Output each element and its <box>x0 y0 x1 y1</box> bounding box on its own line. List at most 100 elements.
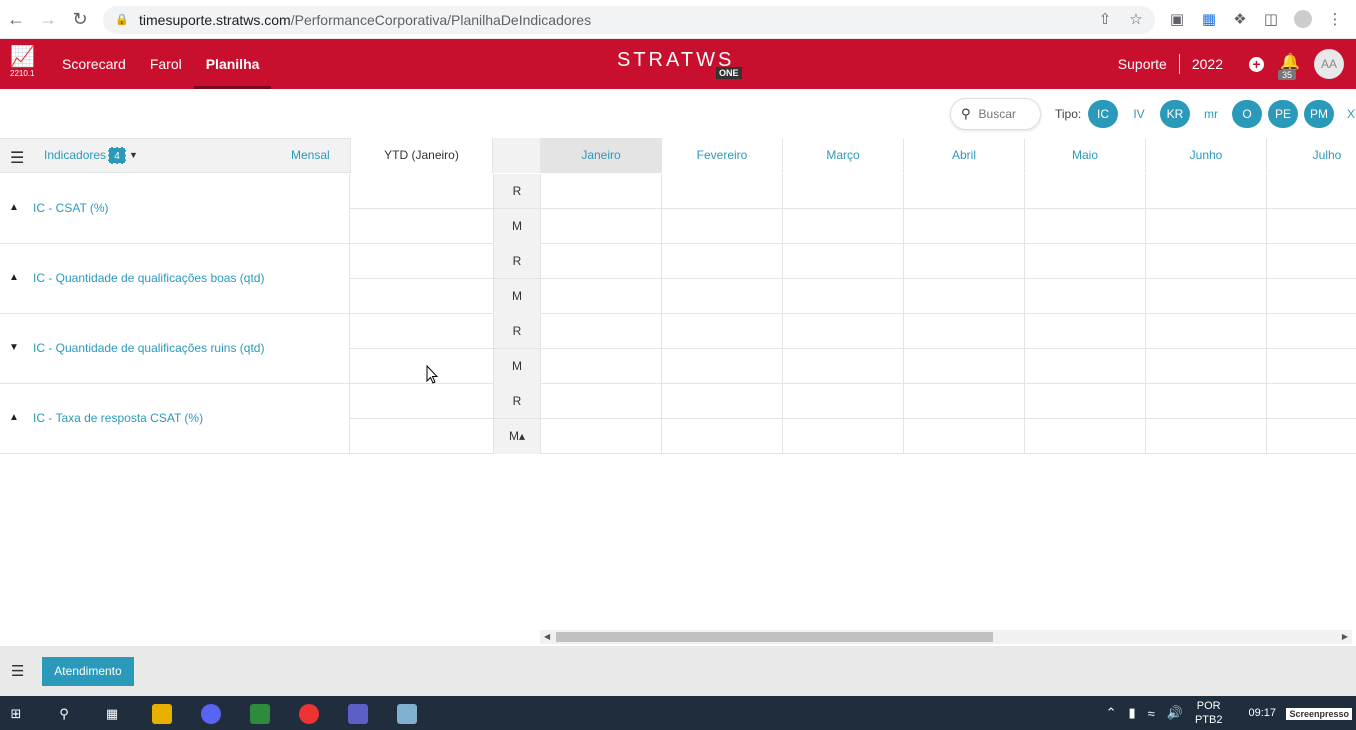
scrollbar-thumb[interactable] <box>556 632 993 642</box>
grid-extension-icon[interactable]: ▦ <box>1200 10 1218 28</box>
nav-planilha[interactable]: Planilha <box>193 39 272 89</box>
spreadsheet-app-icon[interactable] <box>250 704 270 724</box>
chip-ic[interactable]: IC <box>1088 100 1118 128</box>
month-cells[interactable] <box>540 314 1356 384</box>
chip-kr[interactable]: KR <box>1160 100 1190 128</box>
puzzle-icon[interactable]: ❖ <box>1231 10 1249 28</box>
month-cell[interactable] <box>661 384 782 454</box>
month-cell[interactable] <box>1266 174 1356 244</box>
task-view-icon[interactable]: ▦ <box>102 704 122 724</box>
month-cell[interactable] <box>903 174 1024 244</box>
period-selector[interactable]: Mensal <box>291 148 330 162</box>
horizontal-scrollbar[interactable]: ◀ ▶ <box>540 630 1352 644</box>
chip-pm[interactable]: PM <box>1304 100 1334 128</box>
month-cell[interactable] <box>1024 174 1145 244</box>
forward-icon[interactable]: → <box>32 0 64 39</box>
month-cells[interactable] <box>540 174 1356 244</box>
month-cell[interactable] <box>1145 384 1266 454</box>
month-cell[interactable] <box>903 314 1024 384</box>
year-selector[interactable]: 2022 <box>1192 56 1223 72</box>
sidepanel-icon[interactable]: ◫ <box>1262 10 1280 28</box>
search-box[interactable]: ⚲ <box>950 98 1041 130</box>
search-icon[interactable]: ⚲ <box>54 704 74 724</box>
month-cell[interactable] <box>540 174 661 244</box>
month-cell[interactable] <box>661 174 782 244</box>
month-cell[interactable] <box>1024 314 1145 384</box>
add-icon[interactable]: + <box>1249 56 1264 72</box>
scroll-right-icon[interactable]: ▶ <box>1342 630 1348 644</box>
search-input[interactable] <box>978 107 1037 121</box>
month-cell[interactable] <box>782 384 903 454</box>
month-cell[interactable] <box>782 314 903 384</box>
battery-icon[interactable]: ▮ <box>1128 705 1135 721</box>
reload-icon[interactable]: ↻ <box>64 0 96 39</box>
clock[interactable]: 09:17 <box>1248 706 1276 720</box>
indicator-name[interactable]: IC - CSAT (%) <box>33 201 109 215</box>
chip-o[interactable]: O <box>1232 100 1262 128</box>
indicators-label[interactable]: Indicadores <box>44 148 106 162</box>
wifi-icon[interactable]: ≈ <box>1148 706 1155 721</box>
tray-chevron-icon[interactable]: ⌃ <box>1106 705 1117 721</box>
menu-icon[interactable]: ☰ <box>11 662 24 680</box>
bookmark-star-icon[interactable]: ☆ <box>1127 10 1145 28</box>
month-cell[interactable] <box>1266 314 1356 384</box>
ytd-cell[interactable] <box>349 174 493 244</box>
indicator-name[interactable]: IC - Taxa de resposta CSAT (%) <box>33 411 203 425</box>
month-header[interactable]: Julho <box>1266 138 1356 173</box>
teams-icon[interactable] <box>348 704 368 724</box>
more-icon[interactable]: ⋮ <box>1326 10 1344 28</box>
menu-icon[interactable]: ☰ <box>10 148 24 168</box>
indicator-name[interactable]: IC - Quantidade de qualificações boas (q… <box>33 271 264 285</box>
month-cell[interactable] <box>903 384 1024 454</box>
chip-xy[interactable]: XY <box>1340 100 1356 128</box>
share-icon[interactable]: ⇧ <box>1096 10 1114 28</box>
back-icon[interactable]: ← <box>0 0 32 39</box>
discord-icon[interactable] <box>201 704 221 724</box>
ytd-cell[interactable] <box>349 314 493 384</box>
month-cell[interactable] <box>1266 244 1356 314</box>
volume-icon[interactable]: 🔊 <box>1167 705 1183 721</box>
scroll-left-icon[interactable]: ◀ <box>544 630 550 644</box>
month-cell[interactable] <box>1145 244 1266 314</box>
avatar[interactable]: AA <box>1314 49 1344 79</box>
chip-pe[interactable]: PE <box>1268 100 1298 128</box>
month-header[interactable]: Março <box>782 138 903 173</box>
indicator-name[interactable]: IC - Quantidade de qualificações ruins (… <box>33 341 264 355</box>
app-logo[interactable]: 📈 2210.1 <box>10 47 38 83</box>
month-cells[interactable] <box>540 384 1356 454</box>
file-explorer-icon[interactable] <box>152 704 172 724</box>
month-cell[interactable] <box>1024 384 1145 454</box>
month-cell[interactable] <box>540 244 661 314</box>
month-header[interactable]: Junho <box>1145 138 1266 173</box>
notifications[interactable]: 🔔 35 <box>1278 52 1300 80</box>
month-cell[interactable] <box>1145 174 1266 244</box>
chip-mr[interactable]: mr <box>1196 100 1226 128</box>
chrome-icon[interactable] <box>299 704 319 724</box>
nav-scorecard[interactable]: Scorecard <box>50 39 138 89</box>
context-selector[interactable]: Suporte <box>1118 56 1167 72</box>
month-header[interactable]: Maio <box>1024 138 1145 173</box>
caret-down-icon[interactable]: ▼ <box>129 150 138 160</box>
notepad-icon[interactable] <box>397 704 417 724</box>
month-header[interactable]: Fevereiro <box>661 138 782 173</box>
month-cells[interactable] <box>540 244 1356 314</box>
month-cell[interactable] <box>661 314 782 384</box>
chip-iv[interactable]: IV <box>1124 100 1154 128</box>
input-language[interactable]: POR PTB2 <box>1195 699 1223 727</box>
month-cell[interactable] <box>782 174 903 244</box>
month-header[interactable]: Janeiro <box>540 138 661 173</box>
month-header[interactable]: Abril <box>903 138 1024 173</box>
address-bar[interactable]: 🔒 timesuporte.stratws.com/PerformanceCor… <box>103 6 1155 34</box>
month-cell[interactable] <box>1145 314 1266 384</box>
windows-start-icon[interactable]: ⊞ <box>6 704 26 724</box>
month-cell[interactable] <box>540 314 661 384</box>
month-cell[interactable] <box>1266 384 1356 454</box>
profile-icon[interactable] <box>1294 10 1312 28</box>
month-cell[interactable] <box>782 244 903 314</box>
month-cell[interactable] <box>903 244 1024 314</box>
month-cell[interactable] <box>661 244 782 314</box>
ytd-cell[interactable] <box>349 384 493 454</box>
month-cell[interactable] <box>1024 244 1145 314</box>
nav-farol[interactable]: Farol <box>138 39 194 89</box>
ytd-cell[interactable] <box>349 244 493 314</box>
